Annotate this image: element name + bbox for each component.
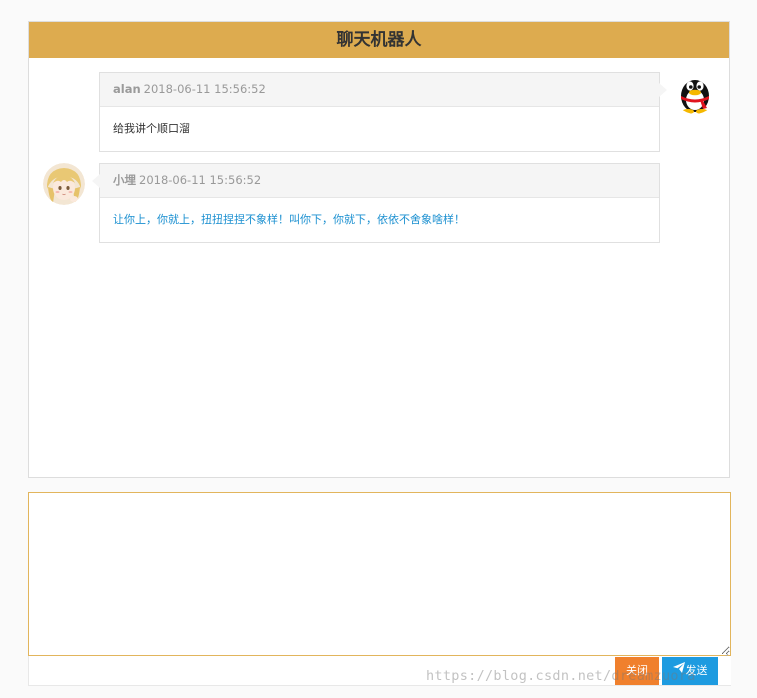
- paper-plane-icon: [672, 656, 685, 684]
- message-input-box: [28, 492, 731, 661]
- message-item-bot: 小埋 2018-06-11 15:56:52 让你上，你就上，扭扭捏捏不象样！叫你…: [92, 163, 660, 243]
- send-button-label: 发送: [685, 664, 708, 677]
- message-text: 给我讲个顺口溜: [113, 122, 190, 135]
- send-button[interactable]: 发送: [662, 657, 718, 685]
- sender-name: 小埋: [113, 173, 136, 187]
- message-time: 2018-06-11 15:56:52: [143, 82, 266, 96]
- chat-panel: 聊天机器人 alan 2018-06-11 15:56:52 给我讲个顺口溜 小…: [28, 21, 730, 478]
- chat-page: 聊天机器人 alan 2018-06-11 15:56:52 给我讲个顺口溜 小…: [0, 0, 757, 698]
- message-input[interactable]: [29, 493, 730, 655]
- message-header: 小埋 2018-06-11 15:56:52: [100, 164, 659, 198]
- message-list[interactable]: alan 2018-06-11 15:56:52 给我讲个顺口溜 小埋 2018…: [29, 58, 729, 477]
- bubble-pointer: [92, 174, 100, 188]
- message-time: 2018-06-11 15:56:52: [139, 173, 262, 187]
- message-header: alan 2018-06-11 15:56:52: [100, 73, 659, 107]
- qq-penguin-icon: [674, 72, 716, 114]
- resize-grip-icon[interactable]: [721, 646, 729, 661]
- chat-title: 聊天机器人: [29, 22, 729, 58]
- message-text: 让你上，你就上，扭扭捏捏不象样！叫你下，你就下，依依不舍象啥样！: [113, 213, 465, 226]
- bubble-pointer: [659, 83, 667, 97]
- close-button[interactable]: 关闭: [615, 657, 659, 685]
- sender-name: alan: [113, 82, 141, 96]
- anime-girl-avatar: [43, 163, 85, 205]
- message-item-user: alan 2018-06-11 15:56:52 给我讲个顺口溜: [99, 72, 667, 152]
